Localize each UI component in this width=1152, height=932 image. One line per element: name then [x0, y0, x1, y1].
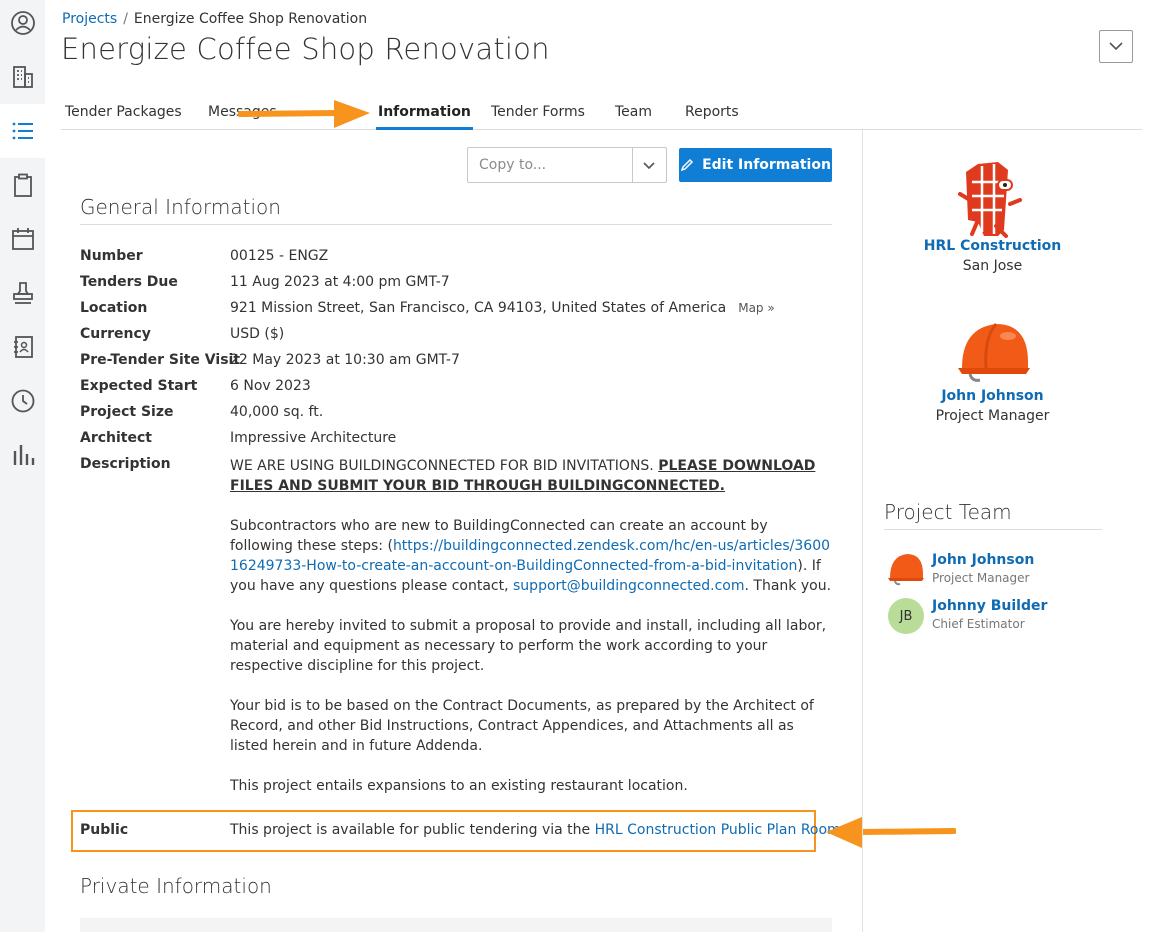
info-value: 40,000 sq. ft.	[230, 404, 324, 420]
breadcrumb: Projects / Energize Coffee Shop Renovation	[62, 11, 367, 27]
info-label: Pre-Tender Site Visit	[80, 352, 241, 368]
nav-tasks[interactable]	[0, 158, 45, 212]
public-label: Public	[80, 822, 129, 838]
copy-to-placeholder: Copy to...	[479, 157, 547, 173]
tab-tender-packages[interactable]: Tender Packages	[65, 104, 182, 130]
description-paragraph: Subcontractors who are new to BuildingCo…	[230, 516, 832, 596]
info-value: USD ($)	[230, 326, 285, 342]
hard-hat-avatar-icon	[888, 554, 924, 586]
clock-icon	[11, 389, 34, 413]
info-value: 11 Aug 2023 at 4:00 pm GMT-7	[230, 274, 450, 290]
chevron-down-icon	[1109, 42, 1123, 51]
edit-information-label: Edit Information	[702, 157, 831, 173]
tab-tender-forms[interactable]: Tender Forms	[491, 104, 585, 130]
copy-to-select[interactable]: Copy to...	[467, 147, 667, 183]
nav-history[interactable]	[0, 374, 45, 428]
info-label: Architect	[80, 430, 152, 446]
description-text: WE ARE USING BUILDINGCONNECTED FOR BID I…	[230, 456, 832, 816]
user-circle-icon	[10, 11, 35, 35]
clipboard-icon	[13, 173, 32, 197]
nav-companies[interactable]	[0, 50, 45, 104]
avatar: JB	[888, 598, 924, 634]
pencil-icon	[680, 158, 694, 172]
company-logo-icon	[958, 162, 1022, 238]
address-book-icon	[13, 336, 33, 358]
description-paragraph: This project entails expansions to an ex…	[230, 778, 688, 794]
description-text-run: . Thank you.	[744, 578, 832, 594]
info-value: 00125 - ENGZ	[230, 248, 329, 264]
breadcrumb-current: Energize Coffee Shop Renovation	[133, 11, 368, 27]
info-label: Expected Start	[80, 378, 198, 394]
tab-information[interactable]: Information	[376, 104, 473, 130]
manager-role: Project Manager	[935, 408, 1050, 424]
info-value: Impressive Architecture	[230, 430, 397, 446]
team-member-role: Project Manager	[932, 571, 1030, 585]
info-label: Currency	[80, 326, 151, 342]
info-value: 22 May 2023 at 10:30 am GMT-7	[230, 352, 460, 368]
public-text: This project is available for public ten…	[230, 822, 595, 838]
breadcrumb-separator: /	[123, 11, 128, 27]
info-value: 6 Nov 2023	[230, 378, 311, 394]
public-plan-room-link[interactable]: HRL Construction Public Plan Room	[595, 822, 841, 838]
calendar-icon	[11, 228, 34, 250]
column-divider	[862, 130, 863, 932]
map-link[interactable]: Map »	[738, 301, 774, 315]
tab-team[interactable]: Team	[615, 104, 652, 130]
manager-name-link[interactable]: John Johnson	[880, 388, 1105, 404]
section-divider	[884, 529, 1102, 530]
project-actions-dropdown[interactable]	[1099, 30, 1133, 63]
general-information-title: General Information	[80, 195, 281, 219]
edit-information-button[interactable]: Edit Information	[679, 148, 832, 182]
page-title: Energize Coffee Shop Renovation	[61, 32, 550, 66]
project-tabs: Tender Packages Messages Information Ten…	[61, 98, 1142, 130]
nav-approvals[interactable]	[0, 266, 45, 320]
private-information-panel	[80, 918, 832, 932]
description-paragraph: WE ARE USING BUILDINGCONNECTED FOR BID I…	[230, 456, 832, 496]
building-icon	[12, 66, 33, 88]
description-text-run: WE ARE USING BUILDINGCONNECTED FOR BID I…	[230, 458, 659, 474]
support-email-link[interactable]: support@buildingconnected.com	[513, 578, 745, 594]
bar-chart-icon	[13, 445, 34, 465]
stamp-icon	[12, 282, 33, 304]
breadcrumb-projects-link[interactable]: Projects	[62, 11, 117, 27]
team-member-role: Chief Estimator	[932, 617, 1025, 631]
description-paragraph: Your bid is to be based on the Contract …	[230, 698, 814, 754]
info-label: Project Size	[80, 404, 174, 420]
select-divider	[632, 148, 633, 182]
info-label: Number	[80, 248, 143, 264]
private-information-title: Private Information	[80, 874, 272, 898]
nav-projects[interactable]	[0, 104, 45, 158]
annotation-arrow-icon	[238, 100, 370, 128]
company-name-link[interactable]: HRL Construction	[880, 238, 1105, 254]
nav-profile[interactable]	[0, 0, 45, 50]
chevron-down-icon	[643, 162, 655, 170]
company-city: San Jose	[962, 258, 1023, 274]
tab-reports[interactable]: Reports	[685, 104, 739, 130]
location-value: 921 Mission Street, San Francisco, CA 94…	[230, 300, 775, 316]
list-icon	[12, 122, 33, 140]
nav-analytics[interactable]	[0, 428, 45, 482]
team-member-name-link[interactable]: John Johnson	[932, 552, 1034, 568]
info-label: Location	[80, 300, 148, 316]
nav-contacts[interactable]	[0, 320, 45, 374]
left-nav-rail	[0, 0, 45, 932]
section-divider	[80, 224, 832, 225]
public-value: This project is available for public ten…	[230, 822, 841, 838]
hard-hat-avatar-icon	[958, 323, 1030, 382]
info-label: Tenders Due	[80, 274, 178, 290]
project-team-title: Project Team	[884, 500, 1012, 524]
description-paragraph: You are hereby invited to submit a propo…	[230, 618, 827, 674]
team-member-name-link[interactable]: Johnny Builder	[932, 598, 1047, 614]
location-text: 921 Mission Street, San Francisco, CA 94…	[230, 300, 727, 316]
nav-calendar[interactable]	[0, 212, 45, 266]
annotation-arrow-icon	[826, 817, 956, 848]
info-label: Description	[80, 456, 171, 472]
